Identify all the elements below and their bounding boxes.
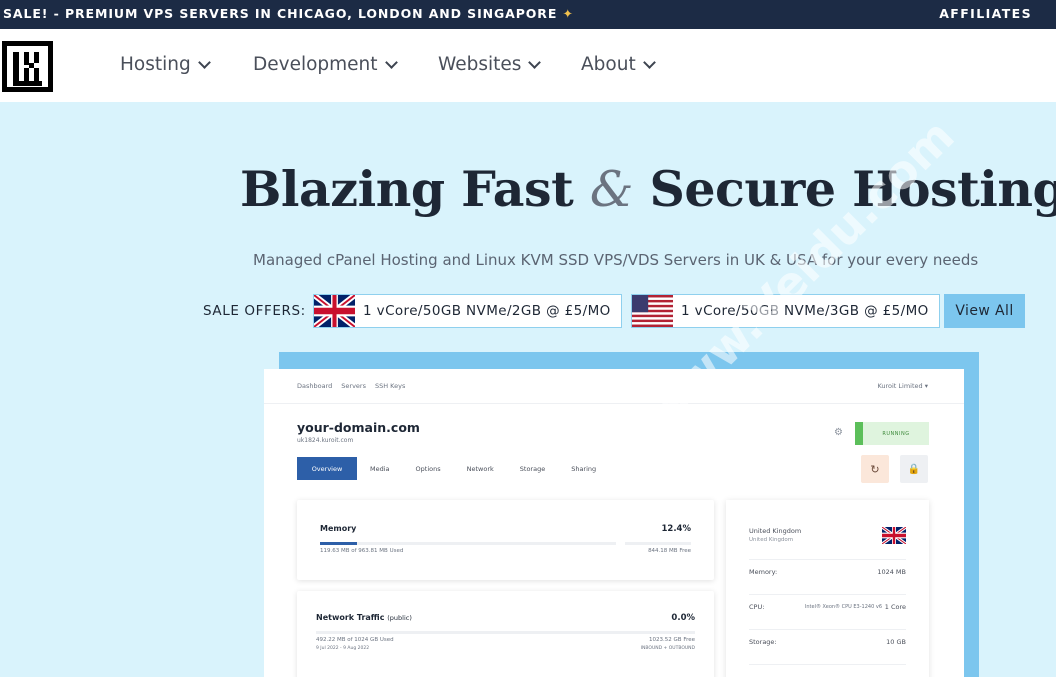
memory-title: Memory	[320, 524, 357, 533]
tab-media[interactable]: Media	[357, 457, 403, 480]
uk-flag-icon	[882, 527, 906, 544]
nav-development[interactable]: Development	[253, 54, 398, 75]
spec-row-divider	[749, 664, 906, 677]
hero-title: Blazing Fast & Secure Hosting	[240, 160, 1056, 218]
tab-overview[interactable]: Overview	[297, 457, 357, 480]
hero-subtitle: Managed cPanel Hosting and Linux KVM SSD…	[253, 251, 979, 269]
memory-used: 119.63 MB of 963.81 MB Used	[320, 548, 404, 554]
network-title: Network Traffic (public)	[316, 613, 412, 622]
chevron-down-icon	[384, 55, 398, 69]
chevron-down-icon	[642, 55, 656, 69]
account-menu[interactable]: Kuroit Limited ▾	[877, 382, 928, 390]
tab-storage[interactable]: Storage	[507, 457, 558, 480]
offer-us[interactable]: 1 vCore/50GB NVMe/3GB @ £5/MO	[631, 294, 940, 328]
network-direction: INBOUND + OUTBOUND	[640, 646, 695, 651]
nav-about[interactable]: About	[581, 54, 656, 75]
sparkle-icon: ✦	[562, 6, 574, 21]
memory-free: 844.18 MB Free	[648, 548, 691, 554]
memory-usage-fill	[320, 542, 357, 545]
memory-card: Memory 12.4% 119.63 MB of 963.81 MB Used…	[297, 500, 714, 580]
status-badge: RUNNING	[855, 422, 929, 445]
tab-options[interactable]: Options	[403, 457, 454, 480]
dash-link-ssh-keys[interactable]: SSH Keys	[375, 382, 405, 390]
server-info-card: United Kingdom United Kingdom Memory: 10…	[726, 500, 929, 677]
affiliates-link[interactable]: AFFILIATES	[939, 6, 1032, 21]
network-percent: 0.0%	[671, 613, 695, 623]
dash-link-dashboard[interactable]: Dashboard	[297, 382, 332, 390]
uk-flag-icon	[314, 295, 355, 327]
server-domain: your-domain.com	[297, 420, 420, 435]
network-usage-bar	[316, 631, 695, 634]
restart-icon: ↻	[870, 462, 880, 476]
spec-row-memory: Memory: 1024 MB	[749, 559, 906, 594]
dashboard-topnav: Dashboard Servers SSH Keys Kuroit Limite…	[264, 369, 964, 404]
memory-percent: 12.4%	[661, 524, 692, 534]
network-free: 1023.52 GB Free	[649, 637, 695, 643]
network-period: 9 Jul 2022 - 9 Aug 2022	[316, 646, 370, 651]
memory-free-bar	[625, 542, 691, 545]
offer-uk[interactable]: 1 vCore/50GB NVMe/2GB @ £5/MO	[313, 294, 622, 328]
network-used: 492.22 MB of 1024 GB Used	[316, 637, 394, 643]
restart-button[interactable]: ↻	[861, 455, 889, 483]
promo-text[interactable]: SALE! - PREMIUM VPS SERVERS IN CHICAGO, …	[3, 6, 574, 21]
spec-row-cpu: CPU: Intel® Xeon® CPU E3-1240 v6 1 Core	[749, 594, 906, 629]
dashboard-preview: Dashboard Servers SSH Keys Kuroit Limite…	[264, 369, 964, 677]
memory-usage-bar	[320, 542, 616, 545]
nav-hosting[interactable]: Hosting	[120, 54, 211, 75]
chevron-down-icon	[197, 55, 211, 69]
spec-row-storage: Storage: 10 GB	[749, 629, 906, 664]
main-nav: Hosting Development Websites About	[0, 29, 1056, 102]
lock-button[interactable]: 🔒	[900, 455, 928, 483]
nav-websites[interactable]: Websites	[438, 54, 542, 75]
view-all-button[interactable]: View All	[944, 294, 1025, 328]
tab-network[interactable]: Network	[454, 457, 507, 480]
dashboard-tabs: Overview Media Options Network Storage S…	[297, 457, 609, 480]
logo[interactable]	[2, 41, 53, 92]
tab-sharing[interactable]: Sharing	[558, 457, 609, 480]
server-hostname: uk1824.kuroit.com	[297, 437, 354, 444]
sale-offers-label: SALE OFFERS:	[203, 303, 306, 319]
us-flag-icon	[632, 295, 673, 327]
network-card: Network Traffic (public) 0.0% 492.22 MB …	[297, 591, 714, 677]
gear-icon[interactable]: ⚙	[834, 427, 843, 438]
server-location-sub: United Kingdom	[749, 537, 794, 543]
server-location: United Kingdom	[749, 527, 802, 535]
dash-link-servers[interactable]: Servers	[341, 382, 366, 390]
chevron-down-icon	[528, 55, 542, 69]
lock-icon: 🔒	[907, 463, 921, 475]
promo-banner[interactable]: SALE! - PREMIUM VPS SERVERS IN CHICAGO, …	[0, 0, 1056, 29]
